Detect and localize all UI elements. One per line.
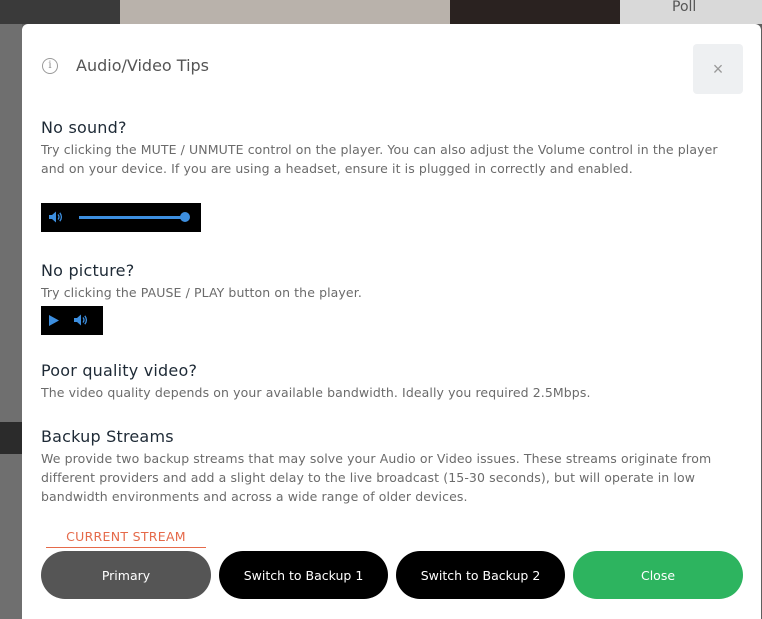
- play-icon: [49, 315, 59, 326]
- background-photo: [450, 0, 620, 24]
- section-no-picture: No picture? Try clicking the PAUSE / PLA…: [41, 261, 741, 302]
- current-stream-label: CURRENT STREAM: [66, 529, 186, 544]
- background-left-block: [0, 422, 22, 454]
- speaker-icon: [49, 211, 63, 223]
- background-poll-label: Poll: [672, 0, 697, 15]
- section-heading: Poor quality video?: [41, 361, 198, 380]
- current-stream-underline: [46, 547, 206, 548]
- section-poor-quality: Poor quality video? The video quality de…: [41, 361, 741, 402]
- close-modal-button[interactable]: ×: [693, 44, 743, 94]
- section-no-sound: No sound? Try clicking the MUTE / UNMUTE…: [41, 118, 741, 178]
- primary-stream-button[interactable]: Primary: [41, 551, 211, 599]
- volume-slider-track: [79, 216, 185, 219]
- volume-slider-handle: [180, 212, 190, 222]
- player-play-demo: [41, 306, 103, 335]
- audio-video-tips-modal: i Audio/Video Tips × No sound? Try click…: [22, 24, 761, 619]
- section-body: Try clicking the PAUSE / PLAY button on …: [41, 285, 362, 300]
- background-panel: [120, 0, 450, 24]
- close-button[interactable]: Close: [573, 551, 743, 599]
- section-body: Try clicking the MUTE / UNMUTE control o…: [41, 142, 718, 176]
- section-heading: No picture?: [41, 261, 135, 280]
- section-backup-streams: Backup Streams We provide two backup str…: [41, 427, 741, 506]
- section-body: We provide two backup streams that may s…: [41, 451, 712, 504]
- switch-backup-1-button[interactable]: Switch to Backup 1: [219, 551, 388, 599]
- section-heading: No sound?: [41, 118, 127, 137]
- modal-header: i Audio/Video Tips: [42, 56, 209, 75]
- player-volume-demo: [41, 203, 201, 232]
- switch-backup-2-button[interactable]: Switch to Backup 2: [396, 551, 565, 599]
- section-body: The video quality depends on your availa…: [41, 385, 591, 400]
- section-heading: Backup Streams: [41, 427, 174, 446]
- speaker-icon: [74, 314, 88, 326]
- modal-title: Audio/Video Tips: [76, 56, 209, 75]
- info-icon: i: [42, 57, 58, 74]
- close-icon: ×: [712, 58, 724, 79]
- background-left-strip: [0, 24, 22, 619]
